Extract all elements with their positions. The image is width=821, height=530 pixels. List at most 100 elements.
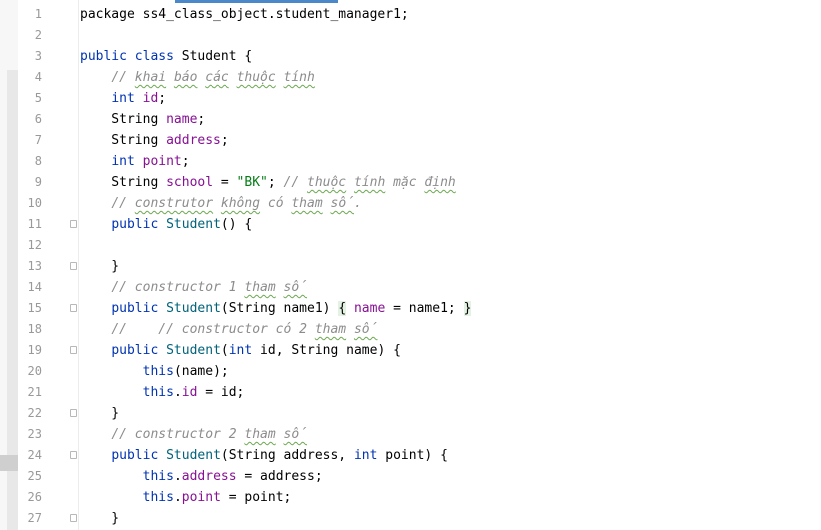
code-token: . <box>173 469 182 484</box>
code-line[interactable]: 2 <box>0 25 821 46</box>
code-text: int point; <box>80 151 189 172</box>
code-line[interactable]: 11 public Student() { <box>0 214 821 235</box>
line-number: 4 <box>34 70 42 84</box>
code-line[interactable]: 6 String name; <box>0 109 821 130</box>
code-token: int <box>228 343 261 358</box>
fold-marker-icon[interactable] <box>70 304 77 312</box>
code-token: tính <box>353 175 386 190</box>
code-token: ; <box>197 112 206 127</box>
code-token: point <box>181 490 221 505</box>
code-token: (name); <box>173 364 229 379</box>
code-line[interactable]: 13 } <box>0 256 821 277</box>
line-number: 8 <box>34 154 42 168</box>
code-token: // <box>111 196 135 211</box>
code-line[interactable]: 8 int point; <box>0 151 821 172</box>
code-line[interactable]: 4 // khai báo các thuộc tính <box>0 67 821 88</box>
code-token: school <box>166 175 214 190</box>
code-text: public Student(int id, String name) { <box>80 340 401 361</box>
code-text: } <box>80 256 119 277</box>
code-line[interactable]: 18 // // constructor có 2 tham số <box>0 319 821 340</box>
code-token: định <box>424 175 456 190</box>
code-token: this <box>142 469 174 484</box>
code-token: . <box>173 490 182 505</box>
code-token: = address; <box>236 469 323 484</box>
code-line[interactable]: 9 String school = "BK"; // thuộc tính mặ… <box>0 172 821 193</box>
line-number: 11 <box>27 217 42 231</box>
line-number: 10 <box>27 196 42 210</box>
line-number: 26 <box>27 490 42 504</box>
code-line[interactable]: 10 // construtor không có tham số. <box>0 193 821 214</box>
code-token: Student <box>166 301 221 316</box>
code-text: public Student() { <box>80 214 252 235</box>
line-number: 24 <box>27 448 42 462</box>
code-token: // constructor 1 <box>111 280 245 295</box>
code-token: . <box>353 196 362 211</box>
line-number: 1 <box>34 7 42 21</box>
code-token: Student <box>166 448 221 463</box>
fold-marker-icon[interactable] <box>70 346 77 354</box>
code-token: } <box>80 406 120 421</box>
code-line[interactable]: 19 public Student(int id, String name) { <box>0 340 821 361</box>
code-line[interactable]: 15 public Student(String name1) { name =… <box>0 298 821 319</box>
code-text: String school = "BK"; // thuộc tính mặc … <box>80 172 456 193</box>
line-number: 18 <box>27 322 42 336</box>
fold-marker-icon[interactable] <box>70 451 77 459</box>
fold-marker-icon[interactable] <box>70 220 77 228</box>
code-line[interactable]: 26 this.point = point; <box>0 487 821 508</box>
line-number: 22 <box>27 406 42 420</box>
line-number: 27 <box>27 511 42 525</box>
code-editor[interactable]: 1 package ss4_class_object.student_manage… <box>0 0 821 530</box>
code-line[interactable]: 5 int id; <box>0 88 821 109</box>
code-token: khai <box>134 70 167 85</box>
code-token: mặc <box>385 175 425 190</box>
code-line[interactable]: 7 String address; <box>0 130 821 151</box>
code-text: this.id = id; <box>80 382 245 403</box>
fold-marker-icon[interactable] <box>70 409 77 417</box>
code-line[interactable]: 24 public Student(String address, int po… <box>0 445 821 466</box>
code-line[interactable]: 22 } <box>0 403 821 424</box>
code-token: point) { <box>385 448 448 463</box>
code-token: = point; <box>220 490 292 505</box>
fold-marker-icon[interactable] <box>70 514 77 522</box>
code-token: this <box>142 490 174 505</box>
code-line[interactable]: 27 } <box>0 508 821 529</box>
code-token: String <box>80 175 167 190</box>
code-line[interactable]: 14 // constructor 1 tham số <box>0 277 821 298</box>
code-token: tham <box>314 322 347 337</box>
line-number: 7 <box>34 133 42 147</box>
code-text: this.address = address; <box>80 466 323 487</box>
code-line[interactable]: 3 public class Student { <box>0 46 821 67</box>
code-token: ; <box>220 133 229 148</box>
code-line[interactable]: 23 // constructor 2 tham số <box>0 424 821 445</box>
code-token: } <box>463 301 472 316</box>
code-line[interactable]: 25 this.address = address; <box>0 466 821 487</box>
code-text: // khai báo các thuộc tính <box>80 67 315 88</box>
code-token: tham <box>291 196 323 211</box>
code-token: Student <box>166 217 221 232</box>
line-number: 2 <box>34 28 42 42</box>
code-token: số <box>283 280 307 295</box>
code-line[interactable]: 21 this.id = id; <box>0 382 821 403</box>
code-text: String name; <box>80 109 205 130</box>
code-token: có <box>260 196 292 211</box>
code-line[interactable]: 20 this(name); <box>0 361 821 382</box>
code-token: các <box>205 70 229 85</box>
code-token: // // constructor có 2 <box>111 322 315 337</box>
code-line[interactable]: 12 <box>0 235 821 256</box>
code-token: int <box>111 154 143 169</box>
code-token: this <box>142 385 174 400</box>
code-token: id <box>181 385 198 400</box>
fold-marker-icon[interactable] <box>70 262 77 270</box>
code-line[interactable]: 1 package ss4_class_object.student_manage… <box>0 4 821 25</box>
code-text: package ss4_class_object.student_manager… <box>80 4 409 25</box>
code-token: ; <box>267 175 284 190</box>
